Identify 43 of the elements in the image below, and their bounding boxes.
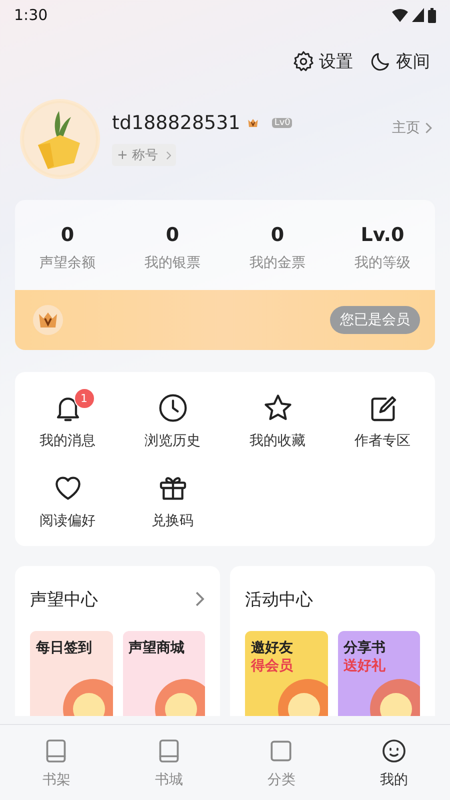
stat-value: 0 — [270, 224, 284, 246]
chevron-icon — [166, 150, 172, 160]
promo-text: 声望商城 — [128, 639, 186, 657]
panel-title: 活动中心 — [245, 588, 313, 610]
settings-button[interactable]: 设置 — [292, 46, 353, 76]
status-time: 1:30 — [14, 6, 48, 24]
member-status-badge: 您已是会员 — [330, 306, 420, 334]
level-badge: Lv0 — [272, 118, 292, 128]
shortcut-item[interactable]: 阅读偏好 — [15, 472, 120, 530]
stat-label: 我的金票 — [250, 254, 306, 272]
stat-value: Lv.0 — [360, 224, 404, 246]
promo-text: 得会员 — [251, 657, 294, 675]
shortcut-item[interactable]: 我的收藏 — [225, 392, 330, 450]
promo-text: 每日签到 — [36, 639, 93, 657]
promo-tile[interactable]: 邀好友 得会员 — [245, 631, 328, 716]
shortcut-item[interactable]: 作者专区 — [330, 392, 435, 450]
face-icon — [380, 736, 408, 764]
stat-label: 声望余额 — [40, 254, 96, 272]
promo-tile[interactable]: 声望商城 — [122, 631, 205, 716]
promo-text: 送好礼 — [344, 657, 386, 675]
gear-icon — [292, 50, 315, 72]
promo-text: 邀好友 — [251, 639, 294, 657]
username: td188828531 — [112, 112, 240, 134]
stat-value: 0 — [166, 224, 180, 246]
stat-label: 我的银票 — [144, 254, 200, 272]
promo-text: 分享书 — [344, 639, 386, 657]
clock-icon — [156, 392, 188, 424]
tab[interactable]: 我的 — [338, 725, 450, 800]
stat-value: 0 — [60, 224, 74, 246]
shortcut-item[interactable]: 兑换码 — [120, 472, 225, 530]
chevron-icon — [424, 122, 432, 134]
wifi-icon — [392, 8, 408, 22]
promo-tile[interactable]: 每日签到 — [30, 631, 112, 716]
night-mode-button[interactable]: 夜间 — [369, 46, 430, 76]
promo-tile[interactable]: 分享书 送好礼 — [338, 631, 420, 716]
shortcut-item[interactable]: 浏览历史 — [120, 392, 225, 450]
stat-label: 我的等级 — [354, 254, 410, 272]
panel-title: 声望中心 — [30, 588, 98, 610]
signal-icon — [412, 8, 424, 22]
battery-icon — [428, 8, 436, 22]
chevron-icon — [195, 591, 205, 607]
notification-badge: 1 — [74, 388, 94, 409]
crown-icon — [33, 305, 63, 335]
